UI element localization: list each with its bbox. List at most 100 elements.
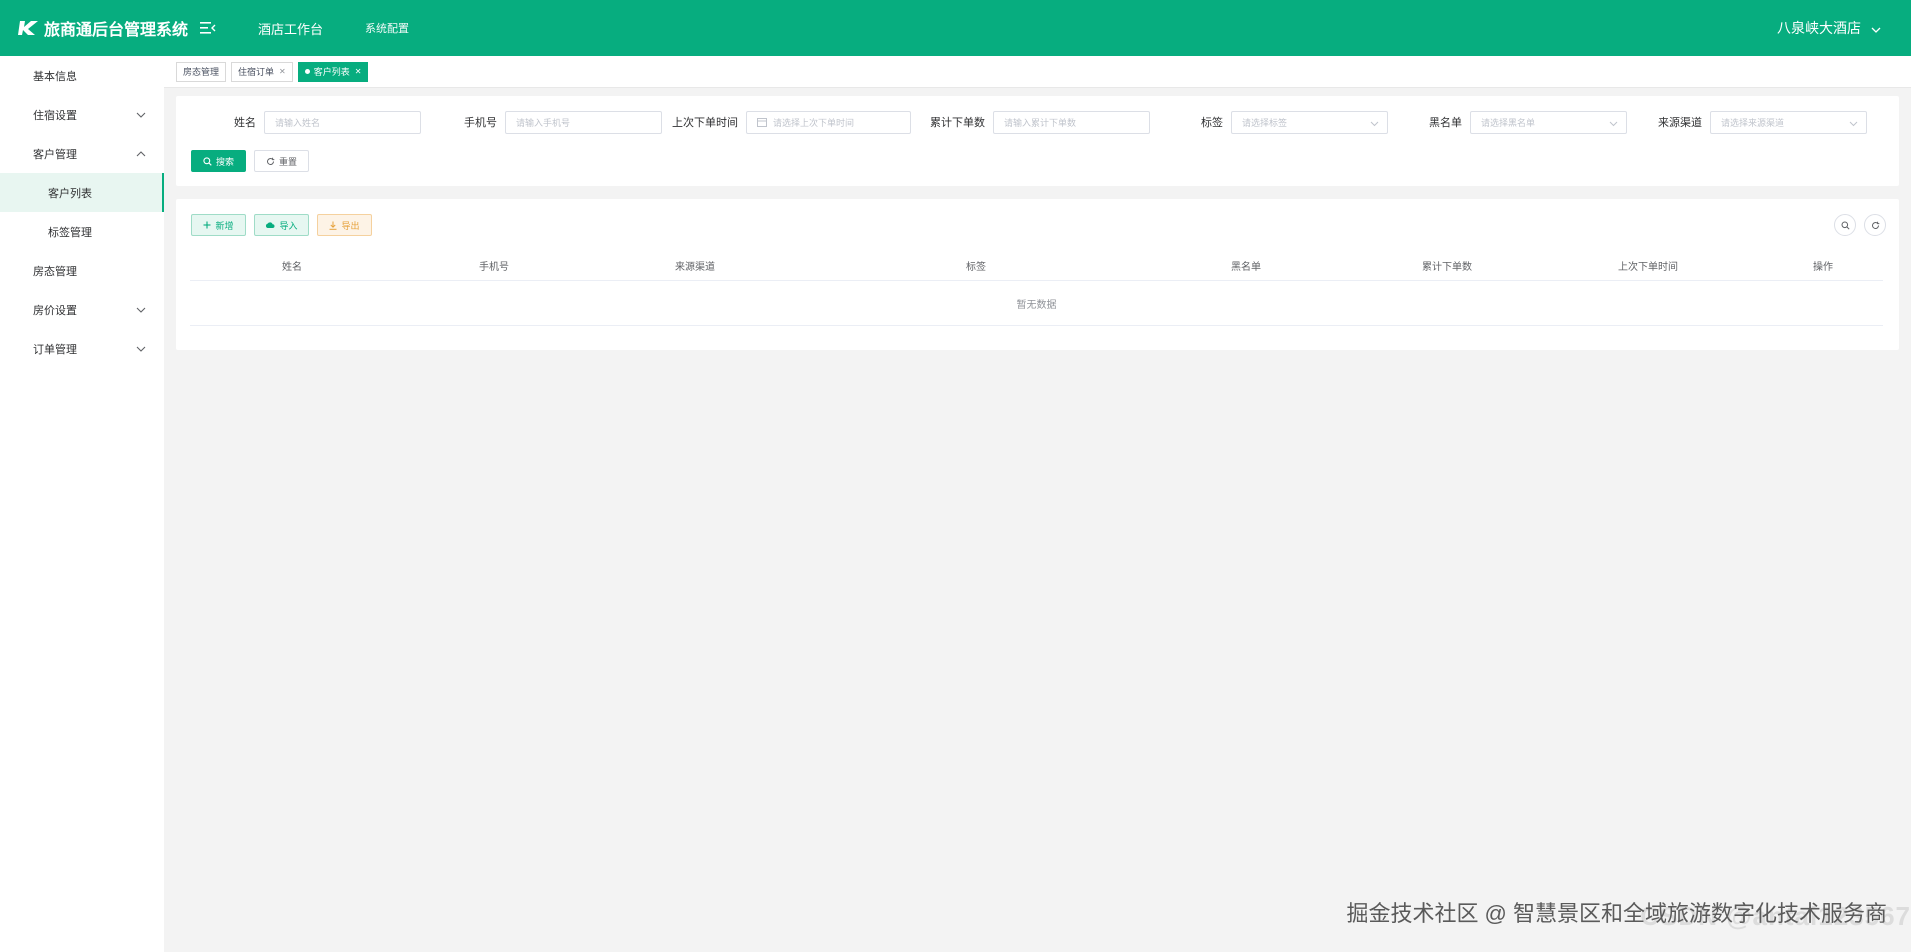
close-icon[interactable]: ✕ [279, 67, 286, 76]
chevron-down-icon [1849, 119, 1858, 129]
sidebar-item-basic-info[interactable]: 基本信息 [0, 56, 164, 95]
export-button[interactable]: 导出 [317, 214, 372, 236]
refresh-icon [1871, 221, 1880, 230]
last-order-date-picker[interactable]: 请选择上次下单时间 [746, 110, 911, 134]
sidebar-item-tag-management[interactable]: 标签管理 [0, 212, 164, 251]
order-count-input[interactable]: 请输入累计下单数 [993, 110, 1150, 134]
filter-label: 累计下单数 [930, 117, 985, 129]
import-button[interactable]: 导入 [254, 214, 309, 236]
sidebar-item-label: 客户管理 [33, 148, 77, 161]
search-icon [1841, 221, 1850, 230]
cloud-upload-icon [265, 221, 275, 229]
filter-label: 标签 [1201, 117, 1223, 129]
nav-system-config[interactable]: 系统配置 [365, 20, 409, 36]
filter-order-count: 累计下单数 请输入累计下单数 [930, 110, 1150, 134]
sidebar-item-customer-list[interactable]: 客户列表 [0, 173, 164, 212]
tags-bar: 房态管理 住宿订单 ✕ 客户列表 ✕ [164, 56, 1911, 88]
filter-last-order-time: 上次下单时间 请选择上次下单时间 [672, 110, 911, 134]
chevron-up-icon [136, 148, 146, 160]
filter-tag: 标签 请选择标签 [1201, 110, 1388, 134]
filter-panel: 姓名 请输入姓名 手机号 请输入手机号 上次下单时间 请选择上次下单时间 累计下… [176, 96, 1899, 186]
sidebar-item-order-management[interactable]: 订单管理 [0, 329, 164, 368]
table-header: 姓名 手机号 来源渠道 标签 黑名单 累计下单数 上次下单时间 操作 [190, 249, 1883, 281]
top-header: 旅商通后台管理系统 酒店工作台 系统配置 八泉峡大酒店 [0, 0, 1911, 56]
tab-room-status[interactable]: 房态管理 [176, 61, 227, 82]
tab-lodging-orders[interactable]: 住宿订单 ✕ [231, 61, 293, 82]
placeholder: 请输入累计下单数 [1004, 117, 1077, 128]
sidebar-item-label: 房态管理 [33, 265, 77, 278]
sidebar-item-label: 住宿设置 [33, 109, 77, 122]
filter-blacklist: 黑名单 请选择黑名单 [1429, 110, 1627, 134]
phone-input[interactable]: 请输入手机号 [505, 110, 662, 134]
export-label: 导出 [341, 220, 360, 231]
sidebar-item-customer-management[interactable]: 客户管理 [0, 134, 164, 173]
column-header-source: 来源渠道 [675, 261, 715, 273]
calendar-icon [757, 117, 767, 127]
name-input[interactable]: 请输入姓名 [264, 110, 421, 134]
filter-label: 黑名单 [1429, 117, 1462, 129]
watermark: 掘金技术社区 @ 智慧景区和全域旅游数字化技术服务商 [1346, 901, 1887, 926]
menu-collapse-icon[interactable] [198, 18, 218, 38]
filter-label: 上次下单时间 [672, 117, 738, 129]
hotel-name: 八泉峡大酒店 [1777, 20, 1861, 36]
column-header-actions: 操作 [1813, 261, 1833, 273]
sidebar-item-room-price[interactable]: 房价设置 [0, 290, 164, 329]
tag-select[interactable]: 请选择标签 [1231, 110, 1388, 134]
placeholder: 请输入姓名 [275, 117, 321, 128]
sidebar-item-label: 客户列表 [48, 187, 92, 200]
tab-customer-list[interactable]: 客户列表 ✕ [297, 61, 369, 82]
toggle-search-button[interactable] [1834, 214, 1856, 236]
reset-label: 重置 [278, 156, 297, 167]
add-label: 新增 [215, 220, 234, 231]
reset-button[interactable]: 重置 [254, 150, 309, 172]
chevron-down-icon [1609, 119, 1618, 129]
source-select[interactable]: 请选择来源渠道 [1710, 110, 1867, 134]
import-label: 导入 [279, 220, 298, 231]
placeholder: 请选择上次下单时间 [773, 117, 855, 128]
top-nav: 酒店工作台 系统配置 [258, 19, 451, 38]
add-button[interactable]: 新增 [191, 214, 246, 236]
app-title: 旅商通后台管理系统 [44, 22, 189, 39]
search-label: 搜索 [215, 156, 234, 167]
refresh-icon [266, 157, 275, 166]
sidebar-item-lodging-settings[interactable]: 住宿设置 [0, 95, 164, 134]
tab-label: 房态管理 [183, 67, 220, 77]
column-header-phone: 手机号 [479, 261, 509, 273]
refresh-button[interactable] [1864, 214, 1886, 236]
sidebar: 基本信息 住宿设置 客户管理 客户列表 标签管理 房态管理 房价设置 订单管理 [0, 56, 164, 952]
chevron-down-icon [136, 304, 146, 316]
column-header-blacklist: 黑名单 [1231, 261, 1261, 273]
sidebar-item-label: 标签管理 [48, 226, 92, 239]
sidebar-item-label: 基本信息 [33, 70, 77, 83]
filter-phone: 手机号 请输入手机号 [464, 110, 662, 134]
filter-label: 手机号 [464, 117, 497, 129]
filter-name: 姓名 请输入姓名 [234, 110, 421, 134]
column-header-order-count: 累计下单数 [1422, 261, 1472, 273]
chevron-down-icon [1370, 119, 1379, 129]
search-icon [203, 156, 212, 166]
filter-label: 姓名 [234, 117, 256, 129]
chevron-down-icon [136, 343, 146, 355]
placeholder: 请选择黑名单 [1481, 117, 1536, 128]
sidebar-item-room-status[interactable]: 房态管理 [0, 251, 164, 290]
close-icon[interactable]: ✕ [355, 67, 362, 76]
chevron-down-icon [1871, 20, 1881, 36]
blacklist-select[interactable]: 请选择黑名单 [1470, 110, 1627, 134]
placeholder: 请选择来源渠道 [1721, 117, 1785, 128]
filter-label: 来源渠道 [1658, 117, 1702, 129]
active-dot-icon [304, 69, 310, 74]
filter-source: 来源渠道 请选择来源渠道 [1658, 110, 1867, 134]
plus-icon [203, 221, 211, 229]
nav-hotel-workbench[interactable]: 酒店工作台 [258, 19, 323, 38]
chevron-down-icon [136, 109, 146, 121]
placeholder: 请输入手机号 [516, 117, 571, 128]
sidebar-item-label: 订单管理 [33, 343, 77, 356]
column-header-tag: 标签 [966, 261, 986, 273]
search-button[interactable]: 搜索 [191, 150, 246, 172]
placeholder: 请选择标签 [1242, 117, 1288, 128]
download-icon [329, 221, 337, 230]
column-header-last-order-time: 上次下单时间 [1618, 261, 1678, 273]
tab-label: 客户列表 [313, 67, 350, 77]
table-panel: 新增 导入 导出 姓名 手机号 来源渠道 标签 黑名单 累计下单数 上次下单时间… [176, 199, 1899, 350]
hotel-switcher[interactable]: 八泉峡大酒店 [1777, 0, 1881, 56]
